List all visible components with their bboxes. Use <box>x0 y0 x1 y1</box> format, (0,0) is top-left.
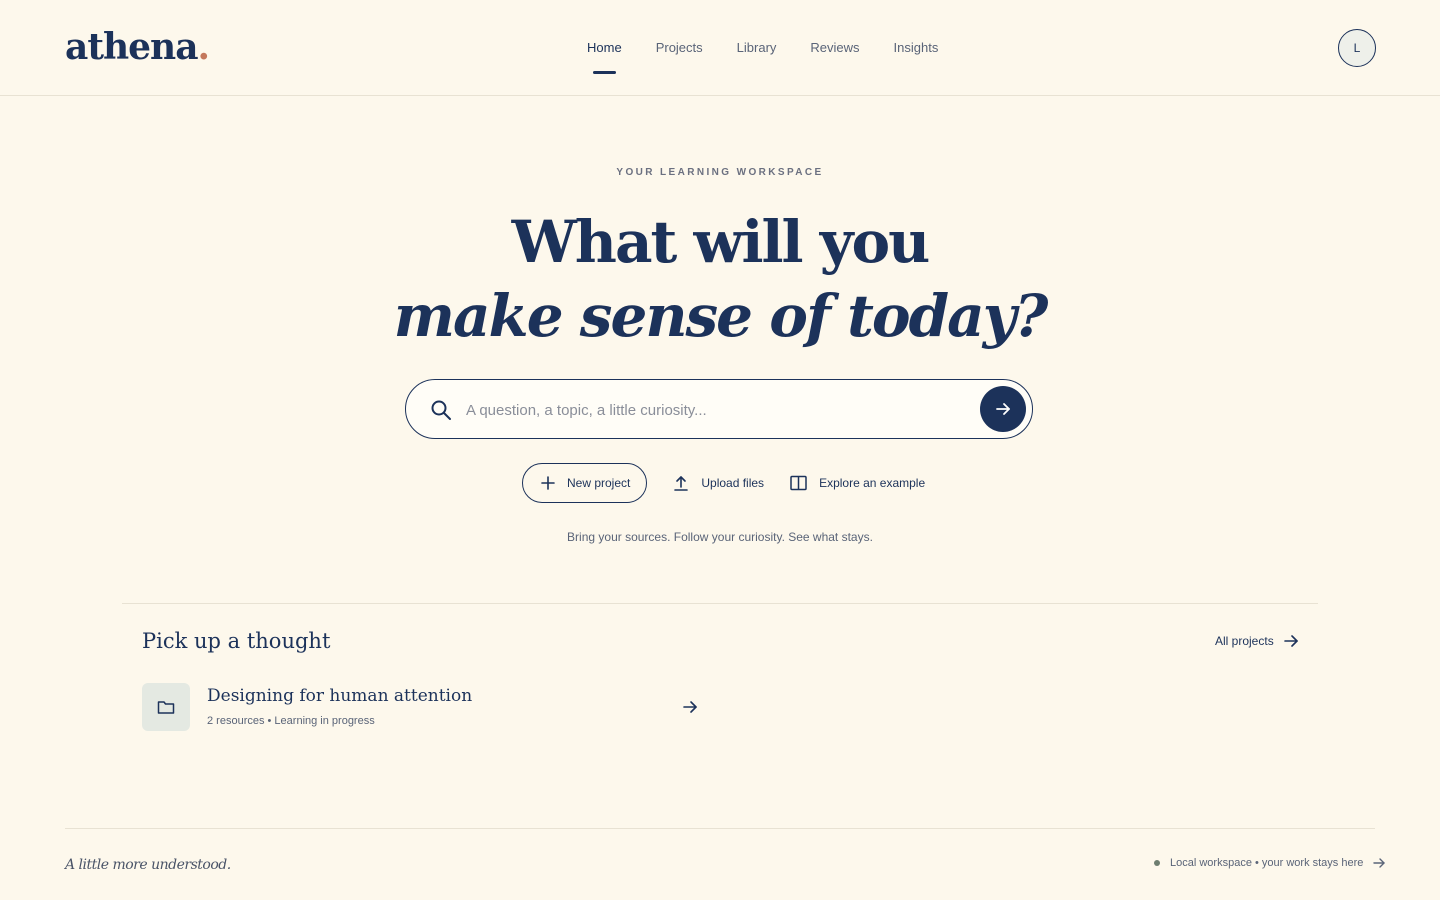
main-nav: Home Projects Library Reviews Insights <box>587 40 939 74</box>
eyebrow-label: YOUR LEARNING WORKSPACE <box>616 167 824 178</box>
hero-tagline: Bring your sources. Follow your curiosit… <box>567 530 873 544</box>
new-project-button[interactable]: New project <box>522 463 648 503</box>
all-projects-link[interactable]: All projects <box>1215 634 1298 648</box>
headline-line-1: What will you <box>511 208 931 276</box>
folder-icon <box>157 701 175 714</box>
avatar[interactable]: L <box>1338 29 1376 67</box>
project-name: Designing for human attention <box>207 686 473 706</box>
workspace-status-link[interactable]: Local workspace • your work stays here <box>1154 857 1386 869</box>
book-open-icon <box>790 475 807 491</box>
new-project-label: New project <box>567 476 631 490</box>
upload-files-label: Upload files <box>701 476 765 490</box>
search-icon <box>431 400 451 420</box>
top-bar: athena. Home Projects Library Reviews In… <box>0 0 1440 96</box>
footer-motto: A little more understood. <box>65 857 231 873</box>
hero-headline: What will you make sense of today? <box>0 205 1440 353</box>
project-meta: 2 resources • Learning in progress <box>207 715 375 727</box>
logo[interactable]: athena. <box>65 26 211 68</box>
quick-actions: New project Upload files Explore an exam… <box>522 463 925 503</box>
all-projects-label: All projects <box>1215 634 1274 648</box>
headline-line-2: make sense of today? <box>393 282 1049 350</box>
arrow-right-icon <box>1283 635 1298 647</box>
section-divider <box>122 603 1318 604</box>
upload-icon <box>674 476 689 491</box>
nav-item-home[interactable]: Home <box>587 40 622 74</box>
logo-text: athena <box>65 26 199 68</box>
logo-dot: . <box>197 26 211 68</box>
search-bar <box>405 379 1033 439</box>
project-list-item[interactable]: Designing for human attention 2 resource… <box>142 683 712 733</box>
plus-icon <box>541 476 555 490</box>
upload-files-button[interactable]: Upload files <box>673 464 764 502</box>
arrow-right-icon <box>1373 858 1386 868</box>
status-dot <box>1154 860 1160 866</box>
nav-item-insights[interactable]: Insights <box>894 40 939 55</box>
nav-item-projects[interactable]: Projects <box>656 40 703 55</box>
footer-divider <box>65 828 1375 829</box>
recent-section-title: Pick up a thought <box>142 629 331 653</box>
nav-item-library[interactable]: Library <box>737 40 777 55</box>
explore-example-label: Explore an example <box>819 476 926 490</box>
arrow-right-icon <box>996 403 1010 415</box>
nav-item-reviews[interactable]: Reviews <box>810 40 859 55</box>
search-input[interactable] <box>464 396 968 424</box>
arrow-right-icon <box>683 701 697 713</box>
workspace-status-text: Local workspace • your work stays here <box>1170 857 1364 869</box>
explore-example-button[interactable]: Explore an example <box>790 464 925 502</box>
project-thumbnail <box>142 683 190 731</box>
search-submit-button[interactable] <box>980 386 1026 432</box>
